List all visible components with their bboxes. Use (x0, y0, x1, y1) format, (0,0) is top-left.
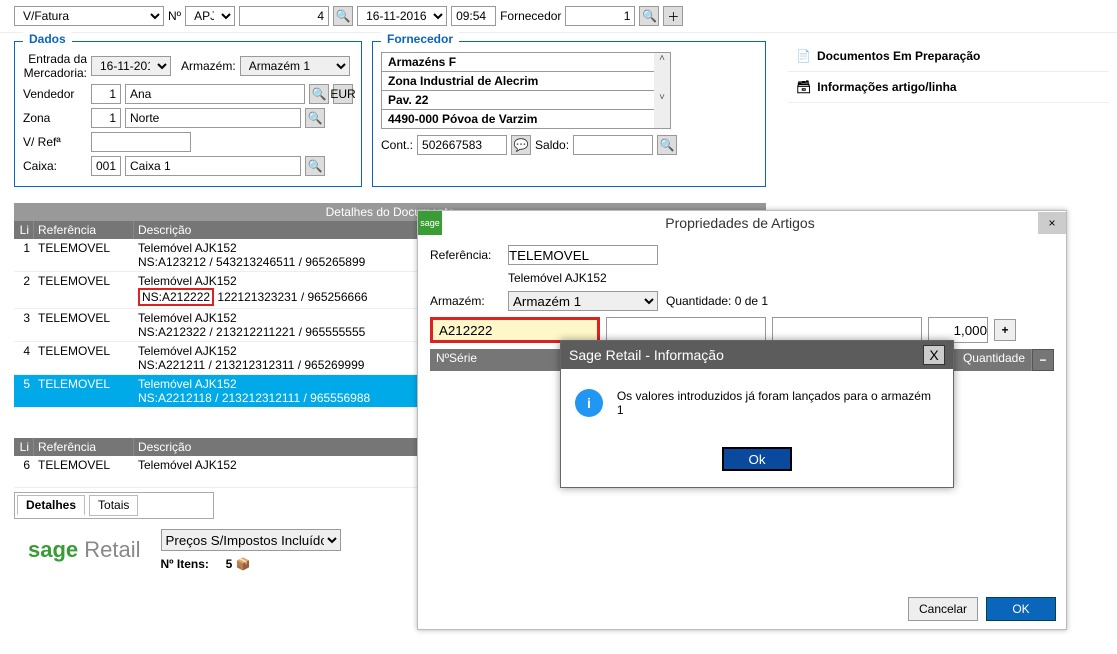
fornecedor-id-input[interactable] (565, 6, 635, 26)
saldo-icon[interactable]: 🔍 (657, 135, 677, 155)
entrada-date[interactable]: 16-11-2016 (91, 56, 171, 76)
saldo-label: Saldo: (535, 138, 569, 152)
caixa-search-icon[interactable]: 🔍 (305, 156, 325, 176)
vref-input[interactable] (91, 132, 191, 152)
cont-input[interactable] (417, 135, 507, 155)
prop-title: Propriedades de Artigos (442, 215, 1038, 231)
zona-id[interactable] (91, 108, 121, 128)
vendedor-nome[interactable] (125, 84, 305, 104)
box-icon: 📦 (236, 557, 251, 571)
ns-highlight: NS:A212222 (138, 288, 214, 306)
info-close-button[interactable]: X (923, 345, 945, 365)
side-docs-prep[interactable]: 📄 Documentos Em Preparação (788, 41, 1109, 72)
scroll-down-icon[interactable]: ˅ (654, 92, 670, 103)
vendedor-id[interactable] (91, 84, 121, 104)
series-select[interactable]: APJ (185, 6, 235, 26)
dados-legend: Dados (23, 32, 72, 46)
caixa-id[interactable] (91, 156, 121, 176)
fornecedor-scrollbar[interactable]: ˄˅ (654, 53, 670, 128)
itens-count: 5 (226, 557, 233, 571)
sage-logo-icon: sage (418, 211, 442, 235)
cont-label: Cont.: (381, 138, 413, 152)
tab-totais[interactable]: Totais (89, 495, 138, 516)
zona-nome[interactable] (125, 108, 301, 128)
entrada-label: Entrada da Mercadoria: (23, 52, 87, 80)
armazem-label: Armazém: (181, 59, 236, 73)
fornecedor-porta: Pav. 22 (382, 91, 670, 110)
search-fornecedor-icon[interactable]: 🔍 (639, 6, 659, 26)
doc-type-select[interactable]: V/Fatura (14, 6, 164, 26)
zona-label: Zona (23, 111, 87, 125)
add-icon[interactable]: ＋ (663, 6, 683, 26)
cont-icon[interactable]: 💬 (511, 135, 531, 155)
grid-icon: 🗃 (796, 80, 811, 94)
remove-serial-button[interactable]: − (1032, 349, 1054, 371)
itens-label: Nº Itens: (161, 557, 209, 571)
vendedor-search-icon[interactable]: 🔍 (309, 84, 329, 104)
caixa-nome[interactable] (125, 156, 301, 176)
tabs: Detalhes Totais (14, 492, 214, 519)
fornecedor-cp: 4490-000 Póvoa de Varzim (382, 110, 670, 128)
fornecedor-fieldset: Fornecedor Armazéns F Zona Industrial de… (372, 41, 766, 187)
col-ref: Referência (34, 221, 134, 239)
tab-detalhes[interactable]: Detalhes (17, 495, 85, 516)
prop-arm-label: Armazém: (430, 294, 500, 308)
prop-ref-label: Referência: (430, 248, 500, 262)
add-serial-button[interactable]: + (994, 319, 1016, 341)
search-icon[interactable]: 🔍 (333, 6, 353, 26)
info-ok-button[interactable]: Ok (722, 447, 792, 471)
prop-close-icon[interactable]: × (1038, 212, 1066, 234)
caixa-label: Caixa: (23, 159, 87, 173)
fornecedor-nome: Armazéns F (382, 53, 670, 72)
info-dialog: Sage Retail - Informação X i Os valores … (560, 340, 954, 488)
zona-search-icon[interactable]: 🔍 (305, 108, 325, 128)
saldo-input[interactable] (573, 135, 653, 155)
fornecedor-grid: Armazéns F Zona Industrial de Alecrim Pa… (381, 52, 671, 129)
fornecedor-label: Fornecedor (500, 9, 561, 23)
dados-fieldset: Dados Entrada da Mercadoria: 16-11-2016 … (14, 41, 362, 187)
col-li: Li (14, 221, 34, 239)
armazem-select[interactable]: Armazém 1 (240, 56, 350, 76)
precos-select[interactable]: Preços S/Impostos Incluídos (161, 529, 341, 551)
prop-ref-input[interactable] (508, 245, 658, 265)
doc-icon: 📄 (796, 49, 811, 63)
prop-ref-desc: Telemóvel AJK152 (508, 271, 607, 285)
currency-button[interactable]: EUR (333, 84, 353, 104)
scroll-up-icon[interactable]: ˄ (654, 53, 670, 64)
prop-col-qt: Quantidade (942, 349, 1032, 371)
fornecedor-legend: Fornecedor (381, 32, 459, 46)
brand-logo: sage Retail (28, 537, 141, 563)
side-info-artigo[interactable]: 🗃 Informações artigo/linha (788, 72, 1109, 103)
fornecedor-morada: Zona Industrial de Alecrim (382, 72, 670, 91)
time-input[interactable] (451, 6, 496, 26)
prop-cancel-button[interactable]: Cancelar (908, 597, 978, 621)
prop-arm-select[interactable]: Armazém 1 (508, 291, 658, 311)
vendedor-label: Vendedor (23, 87, 87, 101)
prop-ok-button[interactable]: OK (986, 597, 1056, 621)
doc-number-input[interactable] (239, 6, 329, 26)
info-msg: Os valores introduzidos já foram lançado… (617, 389, 939, 417)
num-label: Nº (168, 9, 181, 23)
vref-label: V/ Refª (23, 135, 87, 149)
info-title: Sage Retail - Informação (569, 347, 724, 363)
prop-qt-label: Quantidade: 0 de 1 (666, 294, 768, 308)
top-toolbar: V/Fatura Nº APJ 🔍 16-11-2016 Fornecedor … (0, 0, 1117, 33)
date-select[interactable]: 16-11-2016 (357, 6, 447, 26)
info-icon: i (575, 389, 603, 417)
